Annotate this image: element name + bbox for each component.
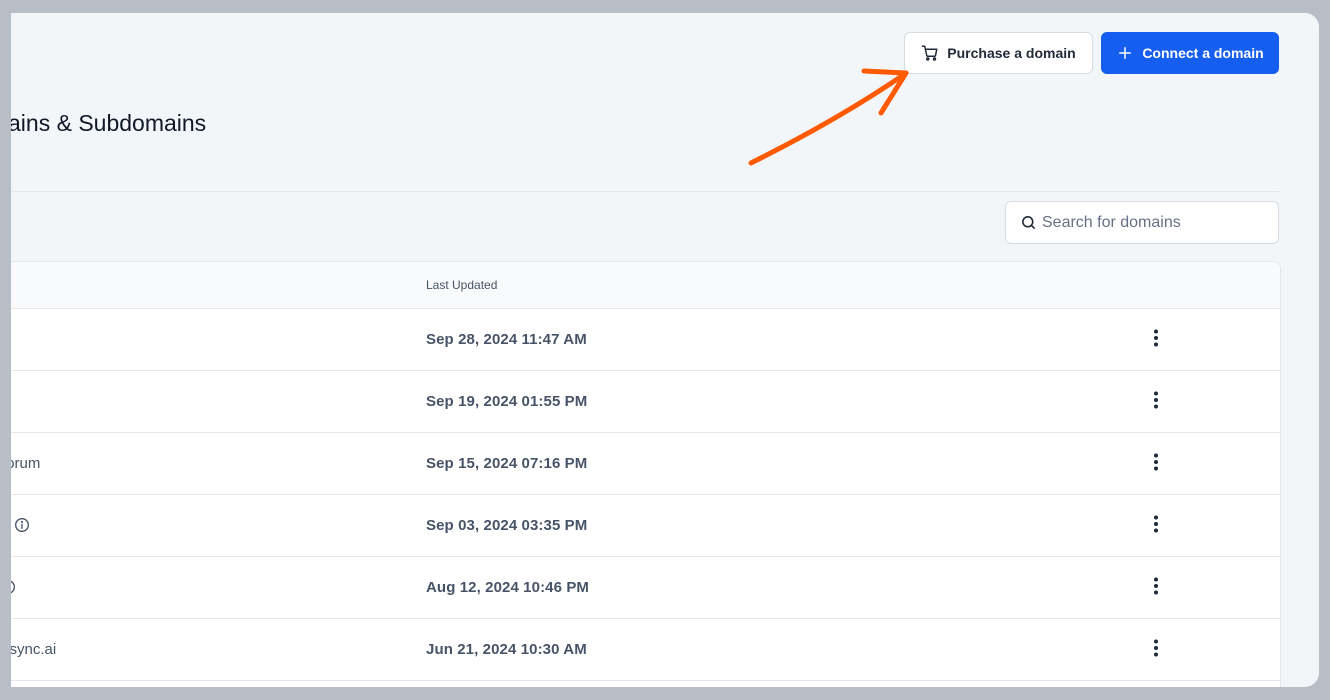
annotation-arrow-icon (748, 68, 909, 166)
last-updated-value: Sep 19, 2024 01:55 PM (426, 393, 588, 410)
app-window: Purchase a domain Connect a domain ains … (11, 13, 1319, 687)
domain-name[interactable]: forum (11, 455, 40, 472)
domains-table: Last Updated Sep 28, 2024 11:47 AM Sep 1… (11, 261, 1281, 687)
table-row: Aug 12, 2024 10:46 PM (11, 557, 1280, 619)
connect-domain-button[interactable]: Connect a domain (1101, 32, 1279, 74)
search-icon (1020, 214, 1037, 231)
last-updated-value: Jun 21, 2024 10:30 AM (426, 641, 587, 658)
connect-domain-label: Connect a domain (1142, 45, 1264, 61)
kebab-menu-icon (1154, 577, 1158, 595)
table-row: Sep 28, 2024 11:47 AM (11, 309, 1280, 371)
info-icon[interactable] (11, 579, 16, 595)
column-header-last-updated: Last Updated (426, 278, 498, 292)
row-menu-button[interactable] (1142, 450, 1170, 474)
row-menu-button[interactable] (1142, 326, 1170, 350)
row-menu-button[interactable] (1142, 388, 1170, 412)
page-title: ains & Subdomains (11, 110, 207, 136)
table-row: ksync.ai Jun 21, 2024 10:30 AM (11, 619, 1280, 681)
kebab-menu-icon (1154, 453, 1158, 471)
kebab-menu-icon (1154, 391, 1158, 409)
search-box[interactable] (1005, 201, 1279, 244)
purchase-domain-label: Purchase a domain (947, 45, 1076, 61)
table-row: Sep 19, 2024 01:55 PM (11, 371, 1280, 433)
kebab-menu-icon (1154, 639, 1158, 657)
table-row: forum Sep 15, 2024 07:16 PM (11, 433, 1280, 495)
last-updated-value: Aug 12, 2024 10:46 PM (426, 579, 590, 596)
info-icon[interactable] (14, 517, 30, 533)
row-menu-button[interactable] (1142, 636, 1170, 660)
cart-icon (921, 44, 939, 62)
last-updated-value: Sep 28, 2024 11:47 AM (426, 331, 587, 348)
row-menu-button[interactable] (1142, 574, 1170, 598)
purchase-domain-button[interactable]: Purchase a domain (904, 32, 1093, 74)
last-updated-value: Sep 03, 2024 03:35 PM (426, 517, 588, 534)
domain-name[interactable]: ksync.ai (11, 641, 56, 658)
table-row: Sep 03, 2024 03:35 PM (11, 495, 1280, 557)
search-input[interactable] (1042, 213, 1262, 232)
plus-icon (1116, 44, 1134, 62)
domain-name[interactable] (11, 579, 16, 595)
section-divider (11, 191, 1279, 192)
last-updated-value: Sep 15, 2024 07:16 PM (426, 455, 588, 472)
domain-name[interactable] (11, 517, 30, 533)
kebab-menu-icon (1154, 329, 1158, 347)
table-header: Last Updated (11, 262, 1280, 309)
row-menu-button[interactable] (1142, 512, 1170, 536)
kebab-menu-icon (1154, 515, 1158, 533)
